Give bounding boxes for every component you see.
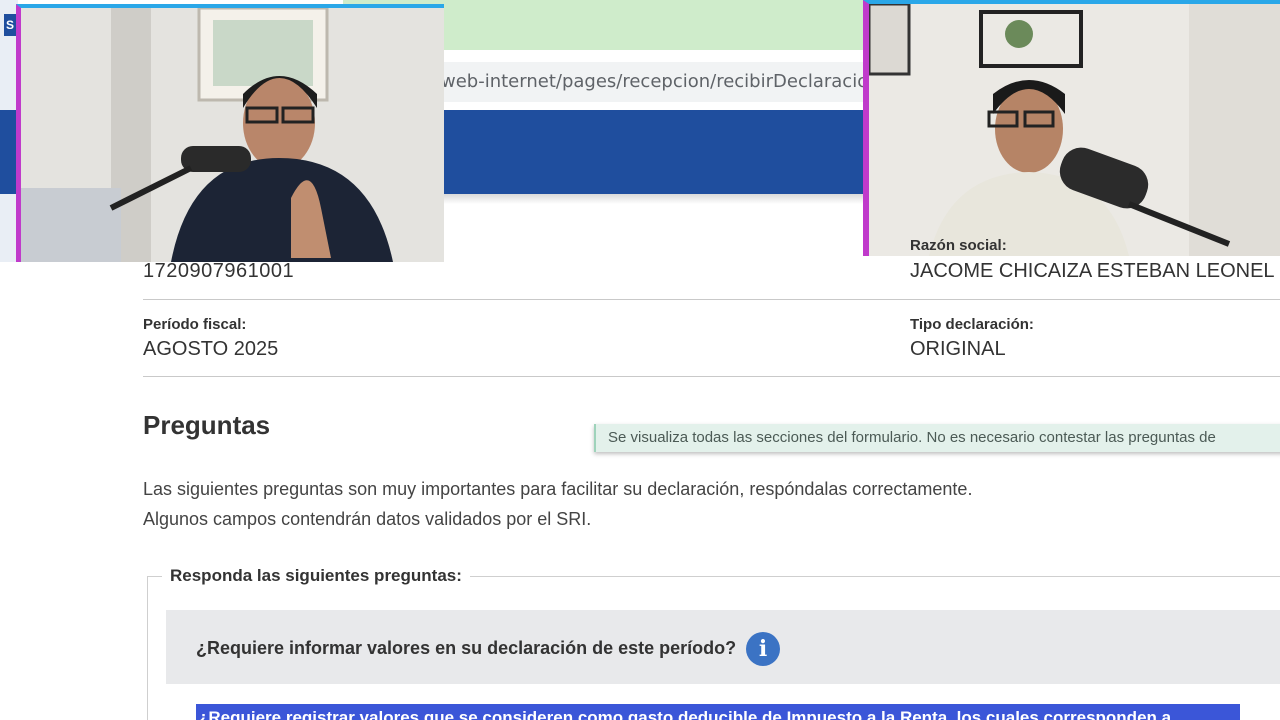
info-icon[interactable]: i: [746, 632, 780, 666]
question-informar-valores: ¿Requiere informar valores en su declara…: [196, 638, 737, 658]
section-title-preguntas: Preguntas: [143, 410, 271, 440]
divider-top: [143, 299, 1280, 300]
webcam-left: [16, 4, 444, 262]
webcam-right-image: [869, 4, 1280, 256]
selected-question-row[interactable]: ¿Requiere registrar valores que se consi…: [196, 704, 1240, 720]
intro-text-line2: Algunos campos contendrán datos validado…: [143, 509, 592, 529]
webcam-left-image: [21, 8, 444, 262]
razon-social-label: Razón social:: [910, 237, 1007, 254]
url-text[interactable]: web-internet/pages/recepcion/recibirDecl…: [441, 71, 863, 92]
question-gasto-deducible[interactable]: ¿Requiere registrar valores que se consi…: [198, 708, 1171, 720]
periodo-fiscal-value: AGOSTO 2025: [143, 338, 279, 360]
ruc-value: 1720907961001: [143, 260, 295, 282]
sri-badge: S: [4, 14, 16, 36]
intro-text-line1: Las siguientes preguntas son muy importa…: [143, 479, 973, 499]
tipo-declaracion-value: ORIGINAL: [910, 338, 1006, 360]
razon-social-value: JACOME CHICAIZA ESTEBAN LEONEL: [910, 260, 1275, 282]
tipo-declaracion-label: Tipo declaración:: [910, 316, 1034, 333]
webcam-right: [863, 0, 1280, 256]
info-toast: Se visualiza todas las secciones del for…: [594, 424, 1280, 452]
divider-middle: [143, 376, 1280, 377]
periodo-fiscal-label: Período fiscal:: [143, 316, 247, 333]
questions-legend: Responda las siguientes preguntas:: [162, 566, 470, 586]
